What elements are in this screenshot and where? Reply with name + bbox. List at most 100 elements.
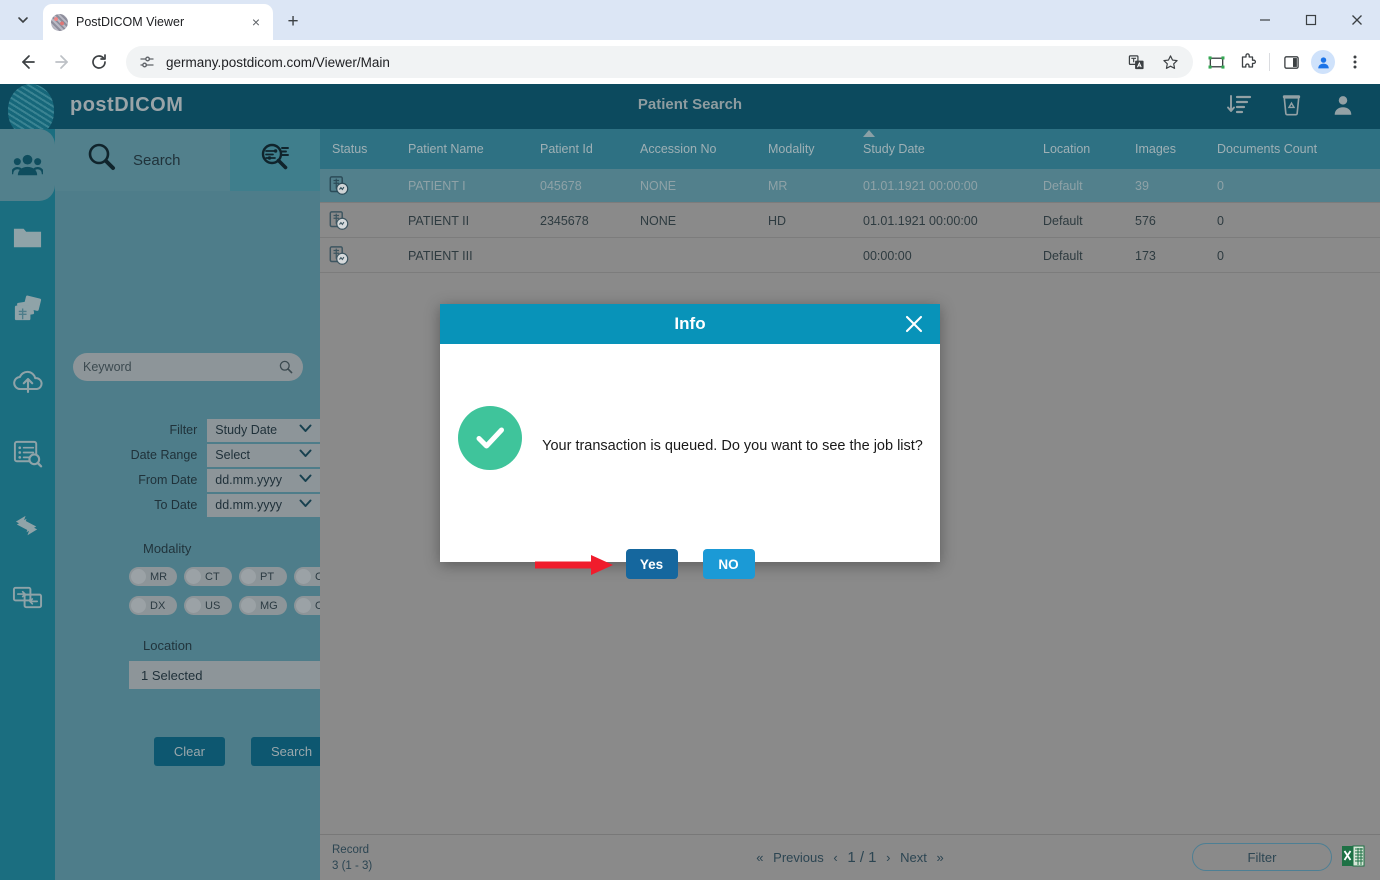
cell-patient-name: PATIENT II [408, 214, 540, 228]
modality-toggle-mg[interactable]: MG [239, 596, 287, 615]
info-dialog: Info Your transaction is queued. Do you … [440, 304, 940, 562]
to-date-value: dd.mm.yyyy [215, 498, 299, 512]
modality-toggle-us[interactable]: US [184, 596, 232, 615]
sort-ascending-icon [863, 130, 875, 137]
sync-icon [12, 510, 43, 541]
excel-export-icon[interactable] [1340, 843, 1366, 869]
previous-page-button[interactable]: Previous [773, 850, 824, 865]
dialog-title: Info [674, 314, 705, 334]
column-header-patient-id[interactable]: Patient Id [540, 142, 640, 156]
column-header-patient-name[interactable]: Patient Name [408, 142, 540, 156]
sidebar-item-upload[interactable] [0, 345, 55, 417]
toggle-knob [186, 569, 201, 584]
modality-label-mr: MR [150, 571, 167, 583]
screen-capture-icon[interactable] [1201, 47, 1231, 77]
next-chevron-icon[interactable]: › [886, 850, 890, 865]
tab-basic-search[interactable]: Search [55, 129, 230, 191]
translate-icon[interactable] [1121, 47, 1151, 77]
screen-share-icon [12, 582, 43, 613]
column-header-modality[interactable]: Modality [768, 142, 863, 156]
address-bar[interactable]: germany.postdicom.com/Viewer/Main [126, 46, 1193, 78]
search-form: Filter Study Date Date Range Select [55, 418, 320, 518]
column-header-documents-count[interactable]: Documents Count [1217, 142, 1367, 156]
next-page-button[interactable]: Next [900, 850, 927, 865]
page-title: Patient Search [0, 96, 1380, 113]
keyword-search-icon[interactable] [279, 360, 293, 374]
close-window-button[interactable] [1334, 0, 1380, 40]
site-settings-icon[interactable] [136, 51, 158, 73]
column-header-status[interactable]: Status [332, 142, 408, 156]
sort-list-icon[interactable] [1224, 90, 1254, 120]
modality-toggle-dx[interactable]: DX [129, 596, 177, 615]
close-icon[interactable] [902, 312, 926, 336]
avatar [1311, 50, 1335, 74]
side-panel-icon[interactable] [1276, 47, 1306, 77]
browser-menu-icon[interactable] [1340, 47, 1370, 77]
to-date-input[interactable]: dd.mm.yyyy [207, 494, 320, 517]
field-filter: Filter Study Date [55, 418, 320, 442]
modality-label-mg: MG [260, 600, 278, 612]
sidebar-item-reports-search[interactable] [0, 417, 55, 489]
date-range-select-value: Select [215, 448, 299, 462]
no-button[interactable]: NO [703, 549, 755, 579]
table-row[interactable]: PATIENT I 045678 NONE MR 01.01.1921 00:0… [320, 169, 1380, 203]
search-panel: Search Keyword Filter Study D [55, 129, 320, 880]
new-tab-button[interactable]: + [279, 8, 307, 36]
recycle-bin-icon[interactable] [1276, 90, 1306, 120]
sidebar-item-screen-share[interactable] [0, 561, 55, 633]
browser-tab[interactable]: PostDICOM Viewer × [43, 4, 273, 40]
tab-advanced-search[interactable] [230, 129, 320, 191]
keyword-input[interactable]: Keyword [73, 353, 303, 381]
table-row[interactable]: PATIENT II 2345678 NONE HD 01.01.1921 00… [320, 204, 1380, 238]
cell-documents-count: 0 [1217, 179, 1367, 193]
bookmark-star-icon[interactable] [1155, 47, 1185, 77]
extensions-puzzle-icon[interactable] [1233, 47, 1263, 77]
user-icon[interactable] [1328, 90, 1358, 120]
modality-toggle-ct[interactable]: CT [184, 567, 232, 586]
close-tab-icon[interactable]: × [247, 13, 265, 31]
column-header-location[interactable]: Location [1043, 142, 1135, 156]
cell-images: 39 [1135, 179, 1217, 193]
column-header-study-date[interactable]: Study Date [863, 142, 1043, 156]
reload-button[interactable] [82, 45, 116, 79]
minimize-window-button[interactable] [1242, 0, 1288, 40]
toggle-knob [131, 598, 146, 613]
column-header-accession-no[interactable]: Accession No [640, 142, 768, 156]
sidebar-item-studies[interactable] [0, 273, 55, 345]
date-range-select[interactable]: Select [207, 444, 320, 467]
from-date-input[interactable]: dd.mm.yyyy [207, 469, 320, 492]
app-header: postDICOM Patient Search [0, 84, 1380, 129]
forward-button[interactable] [46, 45, 80, 79]
success-check-icon [458, 406, 522, 470]
clear-button[interactable]: Clear [154, 737, 225, 766]
study-status-icon[interactable] [328, 175, 408, 197]
column-header-images[interactable]: Images [1135, 142, 1217, 156]
study-status-icon[interactable] [328, 245, 408, 267]
back-button[interactable] [10, 45, 44, 79]
tab-search-menu-button[interactable] [8, 5, 38, 35]
page-indicator: 1 / 1 [847, 849, 876, 866]
location-select-value: 1 Selected [141, 668, 330, 683]
prev-chevron-icon[interactable]: ‹ [833, 850, 837, 865]
toggle-knob [296, 598, 311, 613]
sidebar-item-patients[interactable] [0, 129, 55, 201]
field-to-date: To Date dd.mm.yyyy [55, 493, 320, 517]
table-row[interactable]: PATIENT III 00:00:00 Default 173 0 [320, 239, 1380, 273]
study-status-icon[interactable] [328, 210, 408, 232]
cell-accession-no: NONE [640, 179, 768, 193]
sidebar-item-folders[interactable] [0, 201, 55, 273]
field-filter-label: Filter [55, 423, 207, 437]
modality-toggle-pt[interactable]: PT [239, 567, 287, 586]
filter-button[interactable]: Filter [1192, 843, 1332, 871]
chevron-down-icon [299, 424, 312, 436]
sidebar-item-sync[interactable] [0, 489, 55, 561]
first-page-button[interactable]: « [756, 850, 763, 865]
omnibox-actions [1121, 47, 1187, 77]
maximize-window-button[interactable] [1288, 0, 1334, 40]
yes-button[interactable]: Yes [626, 549, 678, 579]
last-page-button[interactable]: » [936, 850, 943, 865]
modality-toggle-mr[interactable]: MR [129, 567, 177, 586]
grid-footer: Record 3 (1 - 3) « Previous ‹ 1 / 1 › Ne… [320, 834, 1380, 880]
filter-select[interactable]: Study Date [207, 419, 320, 442]
profile-avatar[interactable] [1308, 47, 1338, 77]
